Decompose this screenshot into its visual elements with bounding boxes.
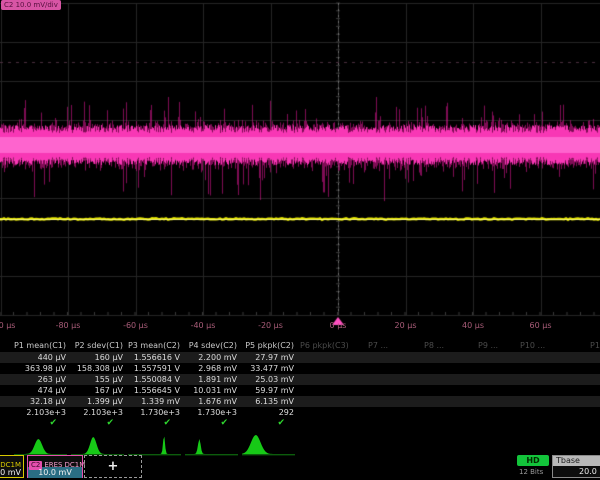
measure-table-row: 474 µV167 µV1.556645 V10.031 mV59.97 mV (0, 385, 600, 396)
oscilloscope-screen: C2 10.0 mV/div -100 µs -80 µs -60 µs -40 µs… (0, 0, 600, 480)
waveform-grid-canvas[interactable] (0, 0, 600, 340)
measure-column-header-p2[interactable]: P2 sdev(C1) (69, 340, 126, 352)
measure-status-check-icon: ✔ (126, 418, 183, 429)
measure-value-cell: 1.550084 V (126, 374, 183, 385)
measure-value-cell: 1.730e+3 (183, 407, 240, 418)
histicon-p1[interactable] (12, 432, 69, 456)
trace-annotation-label: C2 10.0 mV/div (1, 0, 61, 10)
measure-table-row: 2.103e+32.103e+31.730e+31.730e+3292 (0, 407, 600, 418)
measure-value-cell: 363.98 µV (12, 363, 69, 374)
measure-value-cell: 6.135 mV (240, 396, 297, 407)
time-tick-label: -20 µs (258, 321, 283, 330)
measure-value-cell: 2.103e+3 (69, 407, 126, 418)
measure-column-header-p7[interactable]: P7 ... (368, 340, 388, 352)
measure-value-cell: 32.18 µV (12, 396, 69, 407)
measure-value-cell: 1.556616 V (126, 352, 183, 363)
measure-value-cell: 160 µV (69, 352, 126, 363)
measure-table-row: 363.98 µV158.308 µV1.557591 V2.968 mV33.… (0, 363, 600, 374)
measure-status-check-icon: ✔ (240, 418, 297, 429)
measure-value-cell: 2.200 mV (183, 352, 240, 363)
measure-value-cell: 155 µV (69, 374, 126, 385)
measure-value-cell: 1.676 mV (183, 396, 240, 407)
hd-mode-badge[interactable]: HD (517, 455, 549, 466)
measure-value-cell: 474 µV (12, 385, 69, 396)
measure-status-check-icon: ✔ (183, 418, 240, 429)
measure-column-header-p10[interactable]: P10 ... (520, 340, 545, 352)
measure-status-check-icon: ✔ (12, 418, 69, 429)
time-tick-label: 0 µs (330, 321, 347, 330)
measure-status-check-icon: ✔ (69, 418, 126, 429)
measure-column-header-p4[interactable]: P4 sdev(C2) (183, 340, 240, 352)
channel-descriptor-c2[interactable]: C2ERESDC1M 10.0 mV (27, 455, 83, 478)
histicon-p2[interactable] (69, 432, 126, 456)
hd-bits-label: 12 Bits (519, 468, 543, 476)
c1-vertical-scale: 10.0 mV (0, 467, 23, 478)
measure-value-cell: 167 µV (69, 385, 126, 396)
measure-value-cell: 1.339 mV (126, 396, 183, 407)
measure-value-cell: 158.308 µV (69, 363, 126, 374)
measure-column-header-p1[interactable]: P1 mean(C1) (12, 340, 69, 352)
time-tick-label: 60 µs (530, 321, 552, 330)
measure-value-cell: 27.97 mV (240, 352, 297, 363)
time-tick-label: -80 µs (56, 321, 81, 330)
measure-value-cell: 10.031 mV (183, 385, 240, 396)
time-tick-label: -60 µs (123, 321, 148, 330)
measure-column-header-p9[interactable]: P9 ... (478, 340, 498, 352)
measurement-table: P1 mean(C1)P2 sdev(C1)P3 mean(C2)P4 sdev… (0, 340, 600, 430)
add-trace-button[interactable]: + (84, 455, 142, 478)
measure-table-row: 32.18 µV1.399 µV1.339 mV1.676 mV6.135 mV (0, 396, 600, 407)
measure-table-row: 263 µV155 µV1.550084 V1.891 mV25.03 mV (0, 374, 600, 385)
measure-value-cell: 440 µV (12, 352, 69, 363)
histicon-p4[interactable] (183, 432, 240, 456)
timebase-title: Tbase (553, 456, 600, 466)
measure-value-cell: 1.399 µV (69, 396, 126, 407)
time-tick-label: 20 µs (395, 321, 417, 330)
channel-descriptor-c1[interactable]: C1 DC1M 10.0 mV (0, 455, 24, 478)
measure-value-cell: 1.556645 V (126, 385, 183, 396)
measure-column-header-p8[interactable]: P8 ... (424, 340, 444, 352)
time-tick-label: -40 µs (191, 321, 216, 330)
measure-table-row: 440 µV160 µV1.556616 V2.200 mV27.97 mV (0, 352, 600, 363)
measure-value-cell: 1.557591 V (126, 363, 183, 374)
measure-value-cell: 263 µV (12, 374, 69, 385)
time-tick-label: 40 µs (462, 321, 484, 330)
time-tick-label: -100 µs (0, 321, 15, 330)
timebase-descriptor[interactable]: Tbase 20.0 µs/div (552, 455, 600, 478)
measure-value-cell: 1.891 mV (183, 374, 240, 385)
measure-value-cell: 33.477 mV (240, 363, 297, 374)
measure-value-cell: 59.97 mV (240, 385, 297, 396)
measure-value-cell: 2.103e+3 (12, 407, 69, 418)
time-axis-labels: -100 µs -80 µs -60 µs -40 µs -20 µs 0 µs 20 µs… (0, 321, 600, 333)
measure-column-header-p3[interactable]: P3 mean(C2) (126, 340, 183, 352)
measure-column-header-p5[interactable]: P5 pkpk(C2) (240, 340, 297, 352)
timebase-scale: 20.0 µs/div (553, 466, 600, 477)
measure-value-cell: 25.03 mV (240, 374, 297, 385)
measure-value-cell: 292 (240, 407, 297, 418)
histicon-p3[interactable] (126, 432, 183, 456)
measure-column-header-p11[interactable]: P11 (590, 340, 600, 352)
histicon-p5[interactable] (240, 432, 297, 456)
measure-column-header-p6[interactable]: P6 pkpk(C3) (300, 340, 349, 352)
measure-value-cell: 2.968 mV (183, 363, 240, 374)
measure-value-cell: 1.730e+3 (126, 407, 183, 418)
